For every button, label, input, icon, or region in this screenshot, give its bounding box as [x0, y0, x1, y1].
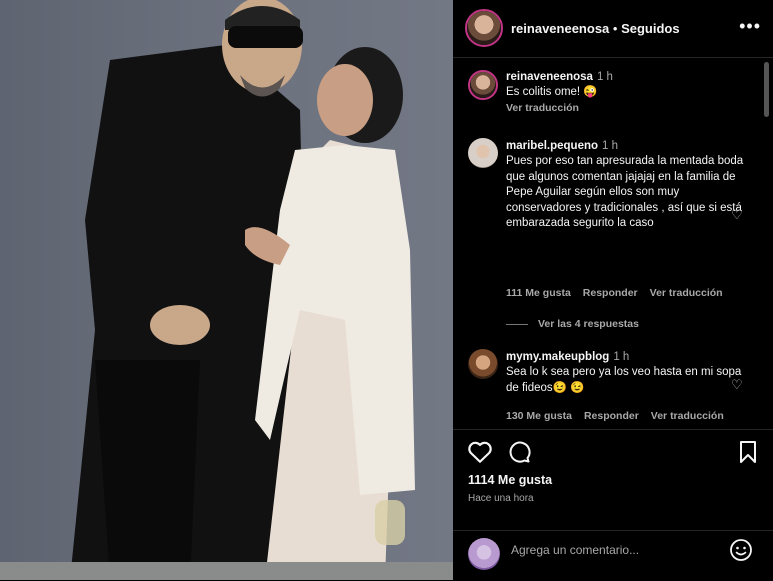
- comment-meta: 130 Me gusta Responder Ver traducción: [506, 410, 736, 422]
- smiley-icon[interactable]: [729, 538, 753, 562]
- comment-likes[interactable]: 111 Me gusta: [506, 287, 571, 299]
- reply-link[interactable]: Responder: [583, 287, 638, 299]
- header-separator: •: [609, 21, 622, 36]
- like-comment-heart-icon[interactable]: ♡: [731, 208, 745, 222]
- comment-item: maribel.pequeno 1 h Pues por eso tan apre…: [506, 139, 754, 231]
- add-comment-bar: Agrega un comentario...: [453, 530, 773, 581]
- heart-icon[interactable]: [467, 440, 493, 464]
- likes-count[interactable]: 1114 Me gusta: [468, 473, 552, 487]
- bookmark-icon[interactable]: [737, 440, 759, 464]
- comment-text: Pues por eso tan apresurada la mentada b…: [506, 155, 744, 230]
- author-username[interactable]: reinaveneenosa: [511, 21, 609, 36]
- follow-state[interactable]: Seguidos: [621, 21, 680, 36]
- photo-illustration: [70, 0, 415, 580]
- comment-avatar[interactable]: [468, 138, 498, 168]
- comment-time: 1 h: [602, 140, 619, 152]
- more-options-icon[interactable]: •••: [739, 16, 761, 37]
- current-user-avatar: [468, 538, 500, 570]
- comment-avatar[interactable]: [468, 70, 498, 100]
- comment-avatar[interactable]: [468, 349, 498, 379]
- comment-text: Sea lo k sea pero ya los veo hasta en mi…: [506, 366, 742, 394]
- comment-item: reinaveneenosa 1 h Es colitis ome! 😜 Ver …: [506, 70, 754, 116]
- comment-username[interactable]: mymy.makeupblog: [506, 351, 609, 363]
- scrollbar-thumb[interactable]: [764, 62, 769, 117]
- comment-icon[interactable]: [506, 440, 532, 464]
- reply-link[interactable]: Responder: [584, 410, 639, 422]
- comment-time: 1 h: [596, 71, 613, 83]
- comment-meta: 111 Me gusta Responder Ver traducción: [506, 287, 735, 299]
- post-time: Hace una hora: [468, 493, 534, 504]
- comment-time: 1 h: [613, 351, 630, 363]
- comments-scrollbar[interactable]: [764, 62, 769, 427]
- comment-item: mymy.makeupblog 1 h Sea lo k sea pero ya …: [506, 350, 754, 396]
- post-photo: [0, 0, 453, 580]
- author-avatar[interactable]: [465, 9, 503, 47]
- post-panel: reinaveneenosa • Seguidos ••• reinavenee…: [453, 0, 773, 580]
- comment-text: Es colitis ome! 😜: [506, 86, 598, 99]
- header-title: reinaveneenosa • Seguidos: [511, 21, 680, 36]
- like-comment-heart-icon[interactable]: ♡: [731, 378, 745, 392]
- translate-link[interactable]: Ver traducción: [506, 102, 579, 114]
- comment-username[interactable]: reinaveneenosa: [506, 71, 593, 83]
- view-replies-link[interactable]: Ver las 4 respuestas: [506, 318, 639, 330]
- translate-link[interactable]: Ver traducción: [650, 287, 723, 299]
- add-comment-input[interactable]: Agrega un comentario...: [511, 543, 639, 557]
- photo-floor: [0, 562, 453, 580]
- comments-list: reinaveneenosa 1 h Es colitis ome! 😜 Ver …: [453, 58, 773, 428]
- comment-likes[interactable]: 130 Me gusta: [506, 410, 572, 422]
- post-header: reinaveneenosa • Seguidos •••: [453, 0, 773, 58]
- post-actions: 1114 Me gusta Hace una hora: [453, 429, 773, 530]
- comment-username[interactable]: maribel.pequeno: [506, 140, 598, 152]
- translate-link[interactable]: Ver traducción: [651, 410, 724, 422]
